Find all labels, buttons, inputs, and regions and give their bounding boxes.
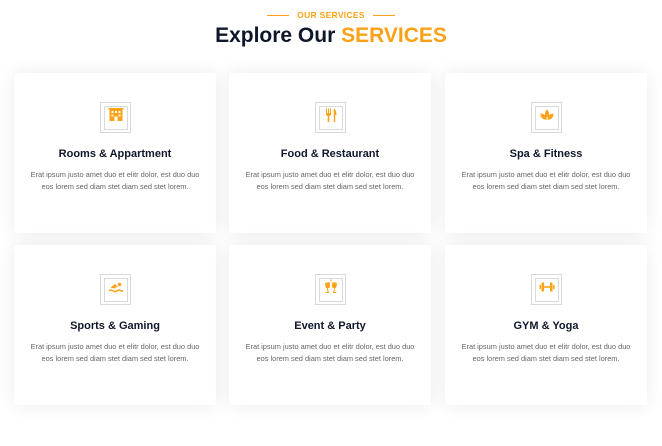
service-icon-frame xyxy=(315,102,346,133)
service-icon-frame xyxy=(531,102,562,133)
service-description: Erat ipsum justo amet duo et elitr dolor… xyxy=(245,342,415,363)
service-description: Erat ipsum justo amet duo et elitr dolor… xyxy=(245,170,415,191)
section-subtitle-row: OUR SERVICES xyxy=(0,10,662,20)
spa-icon xyxy=(539,107,555,128)
swimmer-icon xyxy=(108,279,124,300)
section-title-main: Explore Our xyxy=(215,24,336,47)
subtitle-line-left xyxy=(267,14,290,16)
service-card-food[interactable]: Food & Restaurant Erat ipsum justo amet … xyxy=(229,73,431,233)
service-title: GYM & Yoga xyxy=(513,320,579,332)
service-icon-frame xyxy=(100,102,131,133)
service-card-rooms[interactable]: Rooms & Appartment Erat ipsum justo amet… xyxy=(14,73,216,233)
utensils-icon xyxy=(323,107,339,128)
section-title-accent: SERVICES xyxy=(341,24,447,47)
service-title: Spa & Fitness xyxy=(509,148,583,160)
hotel-icon xyxy=(108,107,124,128)
service-card-event[interactable]: Event & Party Erat ipsum justo amet duo … xyxy=(229,245,431,405)
service-icon-frame xyxy=(315,274,346,305)
service-description: Erat ipsum justo amet duo et elitr dolor… xyxy=(461,342,631,363)
service-description: Erat ipsum justo amet duo et elitr dolor… xyxy=(461,170,631,191)
dumbbell-icon xyxy=(539,279,555,300)
service-description: Erat ipsum justo amet duo et elitr dolor… xyxy=(30,170,200,191)
service-description: Erat ipsum justo amet duo et elitr dolor… xyxy=(30,342,200,363)
glass-cheers-icon xyxy=(323,279,339,300)
service-title: Food & Restaurant xyxy=(280,148,380,160)
service-icon-frame xyxy=(531,274,562,305)
service-title: Rooms & Appartment xyxy=(58,148,172,160)
service-card-sports[interactable]: Sports & Gaming Erat ipsum justo amet du… xyxy=(14,245,216,405)
service-card-spa[interactable]: Spa & Fitness Erat ipsum justo amet duo … xyxy=(445,73,647,233)
subtitle-line-right xyxy=(372,14,395,16)
section-title: Explore Our SERVICES xyxy=(0,24,662,48)
service-icon-frame xyxy=(100,274,131,305)
section-subtitle: OUR SERVICES xyxy=(297,10,365,20)
service-card-gym[interactable]: GYM & Yoga Erat ipsum justo amet duo et … xyxy=(445,245,647,405)
service-title: Sports & Gaming xyxy=(70,320,160,332)
service-title: Event & Party xyxy=(294,320,366,332)
